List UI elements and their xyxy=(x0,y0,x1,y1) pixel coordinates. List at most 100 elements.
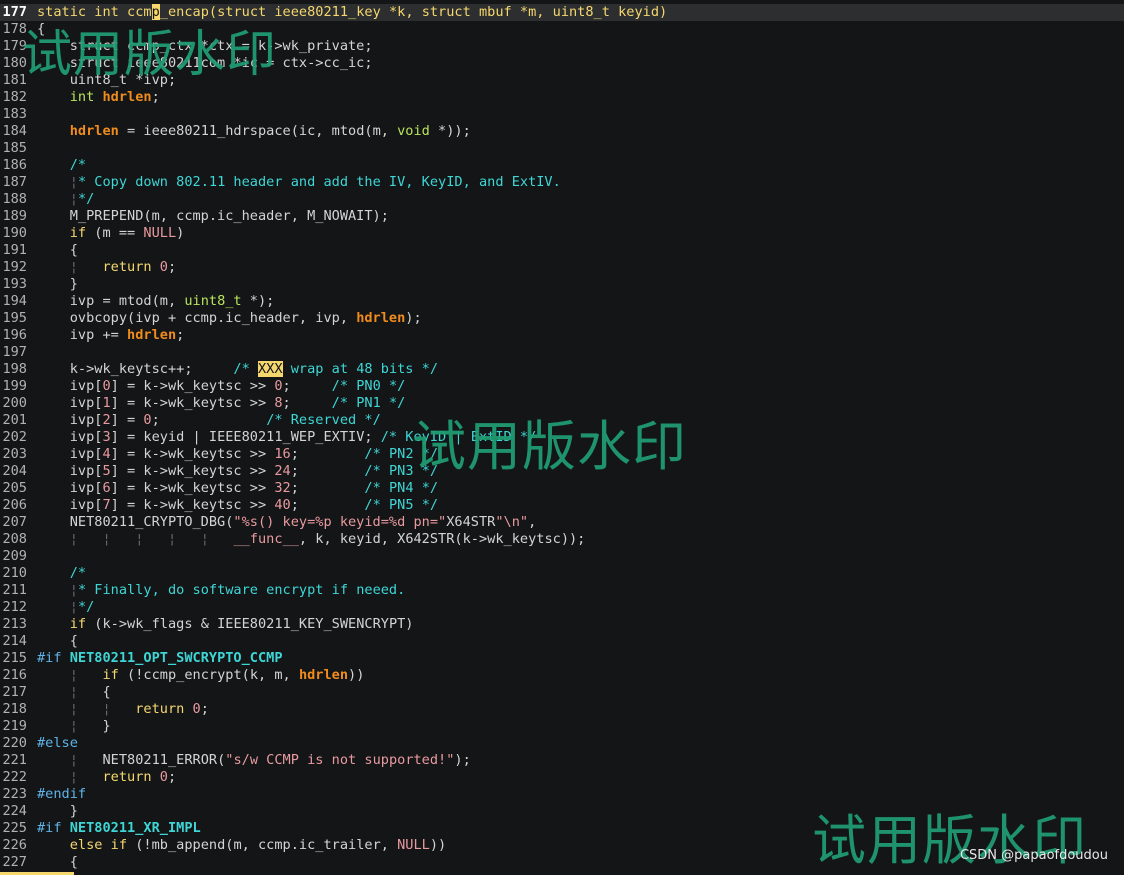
code-line[interactable]: 187 ¦* Copy down 802.11 header and add t… xyxy=(0,174,1124,191)
code-token: * Copy down 802.11 header and add the IV… xyxy=(77,174,561,190)
code-line[interactable]: 182 int hdrlen; xyxy=(0,89,1124,106)
code-token: *); xyxy=(241,293,275,309)
code-line[interactable]: 209 xyxy=(0,548,1124,565)
code-token: ] = k->wk_keytsc >> xyxy=(110,395,275,411)
code-line[interactable]: 221 ¦ NET80211_ERROR("s/w CCMP is not su… xyxy=(0,752,1124,769)
code-line[interactable]: 213 if (k->wk_flags & IEEE80211_KEY_SWEN… xyxy=(0,616,1124,633)
code-token: 8 xyxy=(274,395,283,411)
code-token: ¦ xyxy=(69,667,78,683)
code-line[interactable]: 198 k->wk_keytsc++; /* XXX wrap at 48 bi… xyxy=(0,361,1124,378)
code-token: ccm xyxy=(127,4,152,20)
code-token: ); xyxy=(454,752,471,768)
code-line[interactable]: 192 ¦ return 0; xyxy=(0,259,1124,276)
code-line[interactable]: 178 { xyxy=(0,21,1124,38)
line-number: 209 xyxy=(2,548,27,564)
code-token: 1 xyxy=(102,395,111,411)
code-line[interactable]: 204 ivp[5] = k->wk_keytsc >> 24; /* PN3 … xyxy=(0,463,1124,480)
code-line[interactable]: 219 ¦ } xyxy=(0,718,1124,735)
code-line[interactable]: 190 if (m == NULL) xyxy=(0,225,1124,242)
code-token: "%s() key=%p keyid=%d pn=" xyxy=(233,514,447,530)
code-line[interactable]: 227 { xyxy=(0,854,1124,871)
code-line[interactable]: 211 ¦* Finally, do software encrypt if n… xyxy=(0,582,1124,599)
code-line[interactable]: 184 hdrlen = ieee80211_hdrspace(ic, mtod… xyxy=(0,123,1124,140)
line-number: 177 xyxy=(2,4,27,20)
line-number: 227 xyxy=(2,854,27,870)
code-line[interactable]: 188 ¦*/ xyxy=(0,191,1124,208)
code-token: */ xyxy=(77,599,95,615)
code-token: * Finally, do software encrypt if neeed. xyxy=(77,582,406,598)
code-line[interactable]: 181 uint8_t *ivp; xyxy=(0,72,1124,89)
code-line[interactable]: 215 #if NET80211_OPT_SWCRYPTO_CCMP xyxy=(0,650,1124,667)
code-line[interactable]: 183 xyxy=(0,106,1124,123)
code-line[interactable]: 185 xyxy=(0,140,1124,157)
code-line[interactable]: 177 static int ccmp_encap(struct ieee8021… xyxy=(0,4,1124,21)
line-number: 193 xyxy=(2,276,27,292)
code-line[interactable]: 216 ¦ if (!ccmp_encrypt(k, m, hdrlen)) xyxy=(0,667,1124,684)
code-line[interactable]: 218 ¦ ¦ return 0; xyxy=(0,701,1124,718)
code-token: ¦ xyxy=(69,191,78,207)
code-line[interactable]: 222 ¦ return 0; xyxy=(0,769,1124,786)
code-token: ; xyxy=(151,89,160,105)
code-line[interactable]: 212 ¦*/ xyxy=(0,599,1124,616)
code-token: ; xyxy=(282,378,332,394)
code-line[interactable]: 224 } xyxy=(0,803,1124,820)
code-line[interactable]: 199 ivp[0] = k->wk_keytsc >> 0; /* PN0 *… xyxy=(0,378,1124,395)
code-line[interactable]: 202 ivp[3] = keyid | IEEE80211_WEP_EXTIV… xyxy=(0,429,1124,446)
code-line[interactable]: 226 else if (!mb_append(m, ccmp.ic_trail… xyxy=(0,837,1124,854)
code-line[interactable]: 180 struct ieee80211com *ic = ctx->cc_ic… xyxy=(0,55,1124,72)
code-token: ¦ ¦ ¦ ¦ ¦ xyxy=(69,531,234,547)
code-token: 16 xyxy=(274,446,291,462)
code-token: ¦ xyxy=(69,259,78,275)
code-line[interactable]: 210 /* xyxy=(0,565,1124,582)
code-token: /* PN3 */ xyxy=(364,463,439,479)
code-token: ¦ xyxy=(69,684,78,700)
code-line[interactable]: 207 NET80211_CRYPTO_DBG("%s() key=%p key… xyxy=(0,514,1124,531)
code-line[interactable]: 203 ivp[4] = k->wk_keytsc >> 16; /* PN2 … xyxy=(0,446,1124,463)
line-number: 184 xyxy=(2,123,27,139)
line-number: 195 xyxy=(2,310,27,326)
code-token: NET80211_ERROR( xyxy=(77,752,226,768)
code-token: { xyxy=(37,854,78,870)
code-line[interactable]: 205 ivp[6] = k->wk_keytsc >> 32; /* PN4 … xyxy=(0,480,1124,497)
code-line[interactable]: 197 xyxy=(0,344,1124,361)
line-number: 226 xyxy=(2,837,27,853)
code-line[interactable]: 225 #if NET80211_XR_IMPL xyxy=(0,820,1124,837)
code-token: ivp[ xyxy=(37,395,103,411)
code-line[interactable]: 193 } xyxy=(0,276,1124,293)
code-line[interactable]: 194 ivp = mtod(m, uint8_t *); xyxy=(0,293,1124,310)
code-token: /* PN1 */ xyxy=(331,395,406,411)
code-token: 0 xyxy=(159,769,168,785)
code-token: 5 xyxy=(102,463,111,479)
code-line[interactable]: 217 ¦ { xyxy=(0,684,1124,701)
code-token: /* xyxy=(233,361,258,377)
code-line[interactable]: 200 ivp[1] = k->wk_keytsc >> 8; /* PN1 *… xyxy=(0,395,1124,412)
line-number: 224 xyxy=(2,803,27,819)
code-token: #endif xyxy=(37,786,87,802)
code-line[interactable]: 223 #endif xyxy=(0,786,1124,803)
code-line[interactable]: 191 { xyxy=(0,242,1124,259)
code-line[interactable]: 189 M_PREPEND(m, ccmp.ic_header, M_NOWAI… xyxy=(0,208,1124,225)
line-number: 197 xyxy=(2,344,27,360)
line-number: 210 xyxy=(2,565,27,581)
code-line[interactable]: 214 { xyxy=(0,633,1124,650)
code-token: 6 xyxy=(102,480,111,496)
code-token: int xyxy=(94,4,128,20)
code-line[interactable]: 208 ¦ ¦ ¦ ¦ ¦ __func__, k, keyid, X642ST… xyxy=(0,531,1124,548)
code-line[interactable]: 195 ovbcopy(ivp + ccmp.ic_header, ivp, h… xyxy=(0,310,1124,327)
code-token: hdrlen xyxy=(69,123,119,139)
code-token: "\n" xyxy=(495,514,529,530)
code-line[interactable]: 220 #else xyxy=(0,735,1124,752)
code-editor[interactable]: 177 static int ccmp_encap(struct ieee8021… xyxy=(0,4,1124,871)
code-line[interactable]: 179 struct ccmp_ctx *ctx = k->wk_private… xyxy=(0,38,1124,55)
code-line[interactable]: 186 /* xyxy=(0,157,1124,174)
code-line[interactable]: 206 ivp[7] = k->wk_keytsc >> 40; /* PN5 … xyxy=(0,497,1124,514)
code-line[interactable]: 196 ivp += hdrlen; xyxy=(0,327,1124,344)
code-token: , xyxy=(528,514,537,530)
code-line[interactable]: 201 ivp[2] = 0; /* Reserved */ xyxy=(0,412,1124,429)
